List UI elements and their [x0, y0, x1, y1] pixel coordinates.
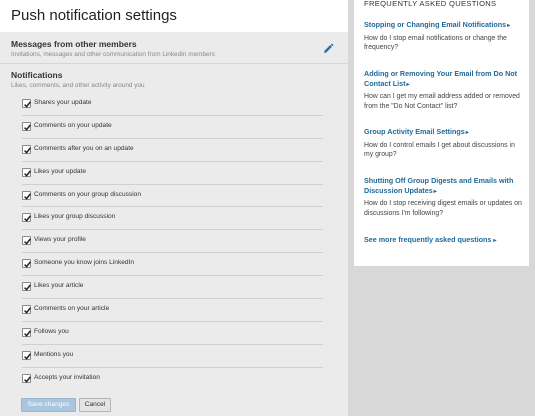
cancel-button[interactable]: Cancel: [79, 398, 111, 412]
notification-label[interactable]: Shares your update: [34, 99, 92, 106]
chevron-right-icon: ▸: [433, 188, 437, 195]
checkmark-icon: [24, 124, 31, 131]
checkmark-icon: [24, 101, 31, 108]
notification-label[interactable]: Views your profile: [34, 236, 86, 243]
messages-section-subtitle: Invitations, messages and other communic…: [11, 51, 215, 58]
messages-section: Messages from other members Invitations,…: [11, 39, 337, 58]
notification-label[interactable]: Comments on your article: [34, 305, 109, 312]
faq-link-text[interactable]: Shutting Off Group Digests and Emails wi…: [364, 176, 513, 195]
notification-row: Comments on your group discussion: [22, 185, 323, 208]
notification-checkbox[interactable]: [22, 373, 31, 383]
checkmark-icon: [24, 215, 31, 223]
notification-label[interactable]: Comments on your group discussion: [34, 191, 141, 198]
notifications-section-title: Notifications: [11, 70, 63, 80]
checkmark-icon: [24, 170, 31, 177]
faq-link[interactable]: Shutting Off Group Digests and Emails wi…: [364, 176, 524, 197]
notification-checkbox[interactable]: [22, 144, 31, 154]
notification-label[interactable]: Accepts your invitation: [34, 374, 100, 381]
faq-entry: Adding or Removing Your Email from Do No…: [364, 69, 524, 111]
notification-checkbox[interactable]: [22, 236, 31, 246]
notification-row: Shares your update: [22, 93, 323, 116]
notification-label[interactable]: Someone you know joins LinkedIn: [34, 259, 134, 266]
checkmark-icon: [24, 284, 31, 291]
faq-header: FREQUENTLY ASKED QUESTIONS: [364, 0, 497, 8]
faq-entry: Stopping or Changing Email Notifications…: [364, 20, 524, 53]
faq-description: How do I stop email notifications or cha…: [364, 34, 507, 52]
checkmark-icon: [24, 307, 31, 314]
see-more-faq-link[interactable]: See more frequently asked questions ▸: [364, 235, 496, 244]
notifications-section-subtitle: Likes, comments, and other activity arou…: [11, 82, 145, 89]
see-more-faq-text[interactable]: See more frequently asked questions: [364, 235, 491, 244]
faq-panel: FREQUENTLY ASKED QUESTIONS Stopping or C…: [354, 0, 529, 266]
notification-checkbox[interactable]: [22, 327, 31, 337]
notification-row: Views your profile: [22, 230, 323, 254]
notification-checkbox[interactable]: [22, 259, 31, 269]
notification-row: Likes your update: [22, 162, 323, 185]
notification-label[interactable]: Likes your article: [34, 282, 83, 289]
checkmark-icon: [24, 192, 31, 200]
notification-row: Likes your article: [22, 276, 323, 300]
faq-link[interactable]: Group Activity Email Settings▸: [364, 127, 524, 139]
notification-label[interactable]: Likes your update: [34, 168, 86, 175]
page-title: Push notification settings: [11, 7, 177, 24]
faq-link[interactable]: Adding or Removing Your Email from Do No…: [364, 69, 524, 90]
notification-label[interactable]: Likes your group discussion: [34, 213, 115, 220]
notification-checkbox[interactable]: [22, 167, 31, 177]
faq-link-text[interactable]: Group Activity Email Settings: [364, 127, 465, 136]
notification-row: Someone you know joins LinkedIn: [22, 253, 323, 277]
checkmark-icon: [24, 147, 31, 154]
chevron-right-icon: ▸: [406, 81, 410, 88]
notification-row: Likes your group discussion: [22, 207, 323, 231]
save-changes-button[interactable]: Save changes: [21, 398, 76, 412]
checkmark-icon: [24, 261, 31, 268]
messages-section-title: Messages from other members: [11, 39, 137, 49]
chevron-right-icon: ▸: [465, 130, 469, 136]
faq-link-text[interactable]: Stopping or Changing Email Notifications: [364, 20, 506, 29]
faq-entry: Shutting Off Group Digests and Emails wi…: [364, 176, 524, 218]
notification-checkbox[interactable]: [22, 213, 31, 223]
notification-row: Accepts your invitation: [22, 368, 323, 391]
notification-checkbox[interactable]: [22, 190, 31, 200]
notification-label[interactable]: Follows you: [34, 328, 69, 335]
notification-row: Mentions you: [22, 345, 323, 368]
chevron-right-icon: ▸: [507, 23, 511, 29]
notification-checkbox[interactable]: [22, 99, 31, 108]
faq-description: How do I stop receiving digest emails or…: [364, 200, 522, 217]
checkmark-icon: [24, 238, 31, 246]
checkmark-icon: [24, 353, 31, 360]
chevron-right-icon: ▸: [493, 238, 497, 244]
notification-label[interactable]: Comments after you on an update: [34, 145, 134, 152]
notification-checkbox[interactable]: [22, 350, 31, 360]
notification-list: Shares your update Comments on your updat…: [22, 93, 323, 391]
faq-description: How do I control emails I get about disc…: [364, 141, 515, 159]
notification-row: Comments on your article: [22, 299, 323, 322]
notification-label[interactable]: Comments on your update: [34, 122, 112, 129]
notification-row: Comments on your update: [22, 116, 323, 139]
settings-panel: Push notification settings Messages from…: [0, 0, 348, 416]
notification-checkbox[interactable]: [22, 121, 31, 131]
notification-row: Follows you: [22, 322, 323, 345]
title-bar: Push notification settings: [0, 0, 348, 32]
faq-link[interactable]: Stopping or Changing Email Notifications…: [364, 20, 524, 32]
notification-row: Comments after you on an update: [22, 139, 323, 162]
faq-entry: Group Activity Email Settings▸ How do I …: [364, 127, 524, 160]
faq-description: How can I get my email address added or …: [364, 93, 520, 110]
notifications-section: Notifications Likes, comments, and other…: [11, 70, 337, 89]
checkmark-icon: [24, 376, 31, 383]
pencil-icon[interactable]: [322, 42, 334, 54]
checkmark-icon: [24, 330, 31, 337]
notification-checkbox[interactable]: [22, 282, 31, 292]
faq-link-text[interactable]: Adding or Removing Your Email from Do No…: [364, 69, 517, 88]
section-divider: [0, 63, 348, 64]
notification-label[interactable]: Mentions you: [34, 351, 73, 358]
notification-checkbox[interactable]: [22, 305, 31, 315]
